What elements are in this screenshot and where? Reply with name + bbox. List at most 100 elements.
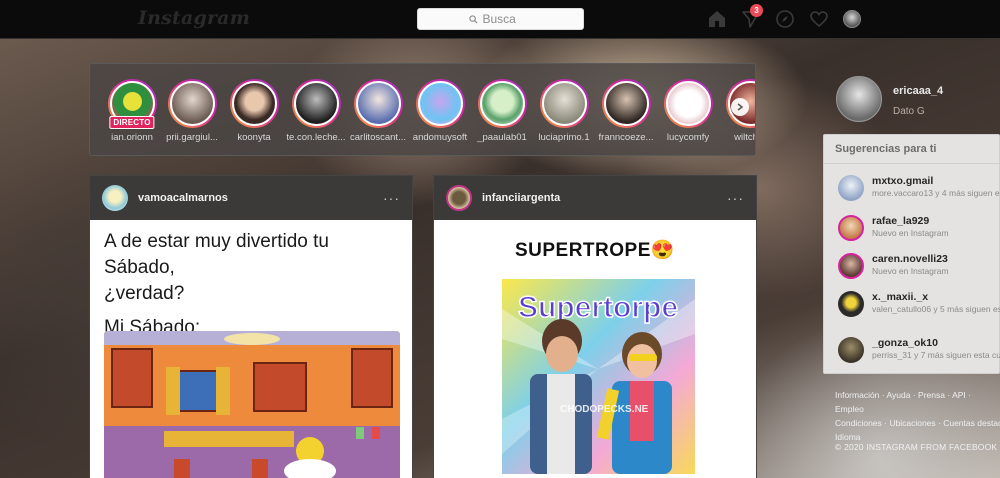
post-image[interactable]: Supertorpe CHODOPECKS.NE: [502, 279, 695, 474]
suggestion-reason: perriss_31 y 7 más siguen esta cuenta: [872, 350, 1000, 360]
story-item[interactable]: _paaulab01: [471, 79, 533, 143]
feed-post: vamoacalmarnos ··· A de estar muy divert…: [89, 175, 413, 478]
suggestion-avatar[interactable]: [838, 175, 864, 201]
home-icon[interactable]: [707, 9, 727, 29]
suggestion-item[interactable]: rafae_la929 Nuevo en Instagram: [838, 215, 1000, 241]
profile-fullname: Dato G: [893, 106, 925, 117]
footer-link[interactable]: Ayuda: [887, 390, 911, 400]
story-ring: [229, 79, 279, 128]
story-ring: [539, 79, 589, 128]
suggestion-username[interactable]: caren.novelli23: [872, 253, 1000, 265]
story-avatar: [479, 81, 525, 126]
story-item[interactable]: prii.gargiul...: [161, 79, 223, 143]
poster-watermark: CHODOPECKS.NE: [560, 404, 649, 415]
stories-tray: DIRECTO ian.orionn prii.gargiul... koony…: [89, 63, 756, 156]
suggestion-username[interactable]: rafae_la929: [872, 215, 1000, 227]
poster-title-text: Supertorpe: [518, 291, 678, 324]
story-username: franncoeze...: [598, 132, 654, 143]
explore-icon[interactable]: [775, 9, 795, 29]
sidebar-footer-links: Información · Ayuda · Prensa · API · Emp…: [835, 388, 1000, 444]
story-ring: [167, 79, 217, 128]
footer-link[interactable]: API: [952, 390, 966, 400]
suggestion-item[interactable]: caren.novelli23 Nuevo en Instagram: [838, 253, 1000, 279]
story-item[interactable]: luciaprimo.1: [533, 79, 595, 143]
story-avatar: [355, 81, 401, 126]
story-username: te.con.leche...: [286, 132, 346, 143]
suggestion-reason: more.vaccaro13 y 4 más siguen esta cuent…: [872, 188, 1000, 198]
suggestion-avatar[interactable]: [838, 215, 864, 241]
profile-avatar-nav[interactable]: [843, 10, 861, 28]
suggestion-reason: Nuevo en Instagram: [872, 228, 949, 238]
heart-icon[interactable]: [809, 9, 829, 29]
copyright-text: © 2020 INSTAGRAM FROM FACEBOOK: [835, 442, 998, 452]
story-ring: [601, 79, 651, 128]
story-item[interactable]: lucycomfy: [657, 79, 719, 143]
suggestion-username[interactable]: _gonza_ok10: [872, 337, 1000, 349]
more-options-icon[interactable]: ···: [383, 190, 400, 206]
story-avatar: [603, 81, 649, 126]
chevron-right-icon: [737, 103, 744, 111]
search-box[interactable]: [417, 8, 584, 30]
story-ring: [415, 79, 465, 128]
profile-username[interactable]: ericaaa_4: [893, 85, 943, 97]
post-username[interactable]: vamoacalmarnos: [138, 192, 228, 204]
footer-link[interactable]: Prensa: [918, 390, 945, 400]
post-header: vamoacalmarnos ···: [90, 176, 412, 220]
story-ring: [353, 79, 403, 128]
post-avatar[interactable]: [446, 185, 472, 211]
suggestion-reason: valen_catullo06 y 5 más siguen esta cuen…: [872, 304, 1000, 314]
suggestions-panel: Sugerencias para ti mxtxo.gmail more.vac…: [823, 134, 1000, 374]
suggestion-item[interactable]: x._maxii._x valen_catullo06 y 5 más sigu…: [838, 291, 1000, 317]
post-avatar[interactable]: [102, 185, 128, 211]
suggestion-username[interactable]: x._maxii._x: [872, 291, 1000, 303]
suggestion-avatar[interactable]: [838, 291, 864, 317]
story-item[interactable]: franncoeze...: [595, 79, 657, 143]
story-item[interactable]: DIRECTO ian.orionn: [101, 79, 163, 143]
profile-summary: ericaaa_4 Dato G: [836, 76, 943, 122]
story-username: wiltch...: [734, 132, 755, 143]
suggestion-item[interactable]: mxtxo.gmail more.vaccaro13 y 4 más sigue…: [838, 175, 1000, 201]
live-badge: DIRECTO: [109, 116, 155, 129]
story-username: lucycomfy: [666, 132, 710, 143]
footer-link[interactable]: Ubicaciones: [889, 418, 935, 428]
suggestion-item[interactable]: _gonza_ok10 perriss_31 y 7 más siguen es…: [838, 337, 1000, 363]
post-header: infanciiargenta ···: [434, 176, 756, 220]
feed-post: infanciiargenta ··· SUPERTROPE😍 Supertor…: [433, 175, 757, 478]
story-username: koonyta: [237, 132, 271, 143]
meme-line: ¿verdad?: [104, 283, 185, 304]
direct-messages-icon[interactable]: 3: [741, 4, 763, 29]
post-image[interactable]: [104, 331, 400, 478]
suggestion-avatar[interactable]: [838, 253, 864, 279]
suggestion-username[interactable]: mxtxo.gmail: [872, 175, 1000, 187]
story-avatar: [665, 81, 711, 126]
story-ring: [477, 79, 527, 128]
suggestions-title: Sugerencias para ti: [824, 135, 999, 164]
footer-link[interactable]: Cuentas destacadas: [943, 418, 1000, 428]
footer-link[interactable]: Información: [835, 390, 879, 400]
nav-icons: 3: [707, 4, 861, 29]
footer-link[interactable]: Empleo: [835, 404, 864, 414]
story-item[interactable]: te.con.leche...: [285, 79, 347, 143]
stories-next-button[interactable]: [731, 98, 749, 116]
suggestion-reason: Nuevo en Instagram: [872, 266, 949, 276]
story-username: _paaulab01: [477, 132, 527, 143]
top-nav: Instagram 3: [0, 0, 1000, 39]
search-input[interactable]: [482, 12, 533, 26]
footer-row: Información · Ayuda · Prensa · API · Emp…: [835, 390, 971, 414]
footer-link[interactable]: Condiciones: [835, 418, 882, 428]
instagram-logo[interactable]: Instagram: [138, 7, 250, 29]
search-icon: [468, 14, 478, 24]
footer-link[interactable]: Idioma: [835, 432, 861, 442]
story-avatar: [417, 81, 463, 126]
story-item[interactable]: andomuysoft: [409, 79, 471, 143]
profile-avatar[interactable]: [836, 76, 882, 122]
suggestion-avatar[interactable]: [838, 337, 864, 363]
story-avatar: [293, 81, 339, 126]
story-ring: [663, 79, 713, 128]
story-avatar: [169, 81, 215, 126]
more-options-icon[interactable]: ···: [727, 190, 744, 206]
story-item[interactable]: carlitoscant...: [347, 79, 409, 143]
story-item[interactable]: koonyta: [223, 79, 285, 143]
post-username[interactable]: infanciiargenta: [482, 192, 560, 204]
post-caption-image-text: A de estar muy divertido tu Sábado, ¿ver…: [90, 220, 412, 341]
